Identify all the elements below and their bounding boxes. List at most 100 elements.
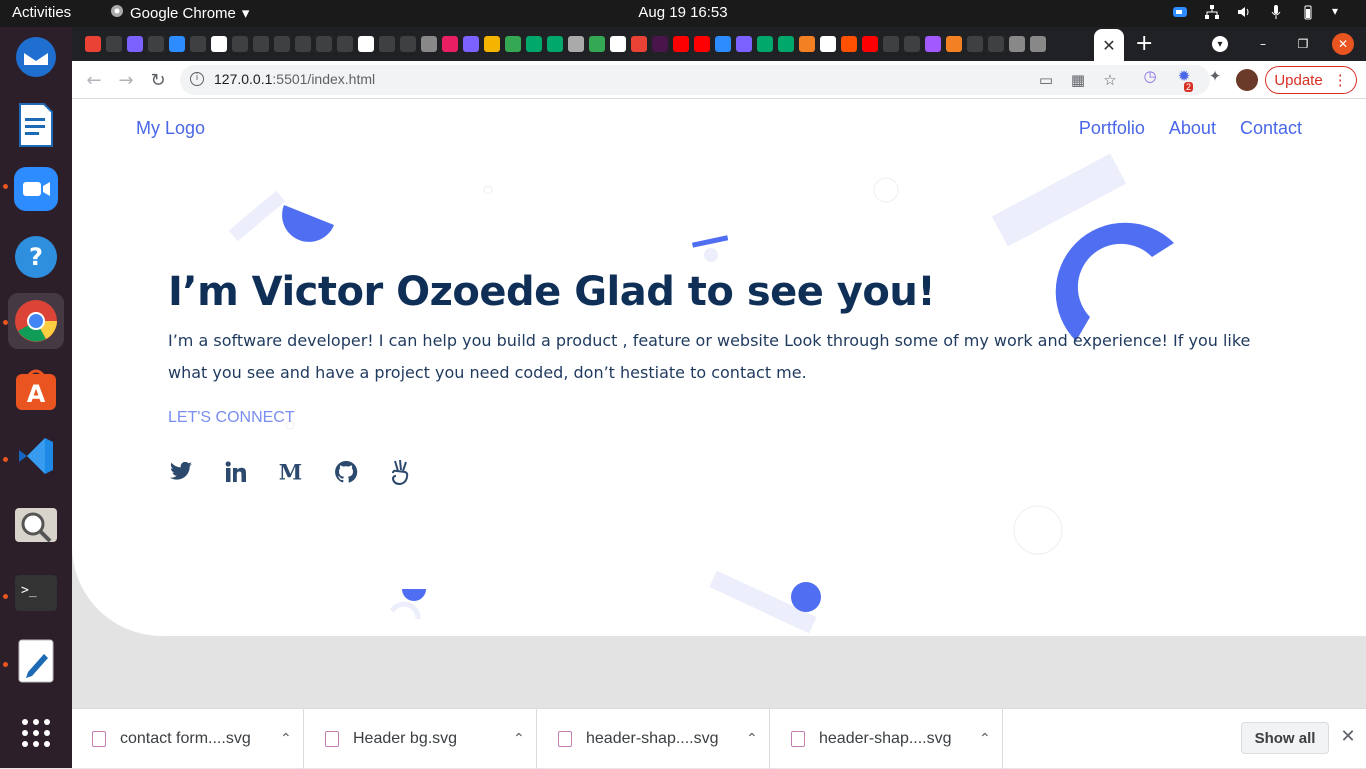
- bookmark-star-icon[interactable]: ☆: [1102, 72, 1118, 88]
- angellist-icon[interactable]: [388, 459, 413, 485]
- nav-about[interactable]: About: [1169, 118, 1216, 139]
- new-tab-button[interactable]: +: [1135, 31, 1153, 56]
- microphone-icon[interactable]: [1268, 4, 1284, 20]
- lets-connect-link[interactable]: LET'S CONNECT: [168, 409, 295, 427]
- pinned-tab[interactable]: [946, 36, 962, 52]
- vscode-icon[interactable]: [8, 429, 64, 485]
- network-icon[interactable]: [1204, 4, 1220, 20]
- pinned-tab[interactable]: [127, 36, 143, 52]
- pinned-tab[interactable]: [799, 36, 815, 52]
- site-logo[interactable]: My Logo: [136, 118, 205, 139]
- chrome-icon[interactable]: [8, 293, 64, 349]
- download-item[interactable]: contact form....svg ⌃: [72, 709, 304, 769]
- pinned-tab[interactable]: [400, 36, 416, 52]
- apps-grid-icon[interactable]: [8, 705, 64, 761]
- power-menu-icon[interactable]: ▾: [1332, 4, 1348, 20]
- pinned-tab[interactable]: [694, 36, 710, 52]
- pinned-tab[interactable]: [106, 36, 122, 52]
- pinned-tab[interactable]: [967, 36, 983, 52]
- pinned-tab[interactable]: [1009, 36, 1025, 52]
- pinned-tab[interactable]: [379, 36, 395, 52]
- pinned-tab[interactable]: [274, 36, 290, 52]
- chevron-up-icon[interactable]: ⌃: [280, 731, 292, 747]
- minimize-button[interactable]: –: [1252, 33, 1274, 55]
- text-editor-icon[interactable]: [8, 633, 64, 689]
- pinned-tab[interactable]: [295, 36, 311, 52]
- download-item[interactable]: header-shap....svg ⌃: [538, 709, 770, 769]
- active-tab[interactable]: ✕: [1094, 29, 1124, 61]
- github-icon[interactable]: [333, 459, 358, 484]
- pinned-tab[interactable]: [169, 36, 185, 52]
- nav-contact[interactable]: Contact: [1240, 118, 1302, 139]
- forward-button[interactable]: →: [114, 68, 138, 92]
- zoom-tray-icon[interactable]: [1172, 4, 1188, 20]
- chevron-up-icon[interactable]: ⌃: [513, 731, 525, 747]
- profile-avatar[interactable]: [1236, 69, 1258, 91]
- chevron-up-icon[interactable]: ⌃: [979, 731, 991, 747]
- pinned-tab[interactable]: [253, 36, 269, 52]
- app-store-icon[interactable]: A: [8, 361, 64, 417]
- linkedin-icon[interactable]: [223, 459, 248, 484]
- pinned-tab[interactable]: [463, 36, 479, 52]
- zoom-icon[interactable]: [8, 161, 64, 217]
- medium-icon[interactable]: M: [278, 459, 303, 484]
- address-bar[interactable]: i 127.0.0.1:5501/index.html ▭ ▦ ☆: [180, 65, 1210, 95]
- system-tray[interactable]: ▾: [1172, 4, 1348, 20]
- tab-search-icon[interactable]: ▾: [1212, 36, 1228, 52]
- pinned-tab[interactable]: [85, 36, 101, 52]
- pinned-tab[interactable]: [232, 36, 248, 52]
- twitter-icon[interactable]: [168, 459, 193, 484]
- nav-portfolio[interactable]: Portfolio: [1079, 118, 1145, 139]
- app-menu[interactable]: Google Chrome ▾: [110, 4, 249, 22]
- update-button[interactable]: Update ⋮: [1265, 66, 1357, 94]
- close-window-button[interactable]: ✕: [1332, 33, 1354, 55]
- pinned-tab[interactable]: [211, 36, 227, 52]
- pinned-tab[interactable]: [526, 36, 542, 52]
- qr-code-icon[interactable]: ▦: [1070, 72, 1086, 88]
- pinned-tab[interactable]: [820, 36, 836, 52]
- reload-button[interactable]: ↻: [146, 68, 170, 92]
- pinned-tab[interactable]: [988, 36, 1004, 52]
- chevron-up-icon[interactable]: ⌃: [746, 731, 758, 747]
- help-icon[interactable]: ?: [8, 229, 64, 285]
- pinned-tab[interactable]: [1030, 36, 1046, 52]
- pinned-tab[interactable]: [148, 36, 164, 52]
- extension-clock-icon[interactable]: ◷: [1142, 68, 1158, 84]
- install-app-icon[interactable]: ▭: [1038, 72, 1054, 88]
- pinned-tab[interactable]: [883, 36, 899, 52]
- pinned-tab[interactable]: [547, 36, 563, 52]
- pinned-tab[interactable]: [442, 36, 458, 52]
- pinned-tab[interactable]: [484, 36, 500, 52]
- pinned-tab[interactable]: [568, 36, 584, 52]
- pinned-tab[interactable]: [673, 36, 689, 52]
- pinned-tab[interactable]: [778, 36, 794, 52]
- pinned-tab[interactable]: [505, 36, 521, 52]
- pinned-tab[interactable]: [757, 36, 773, 52]
- extensions-puzzle-icon[interactable]: ✦: [1207, 68, 1223, 84]
- pinned-tab[interactable]: [589, 36, 605, 52]
- thunderbird-icon[interactable]: [8, 29, 64, 85]
- site-info-icon[interactable]: i: [190, 72, 204, 86]
- download-item[interactable]: Header bg.svg ⌃: [305, 709, 537, 769]
- pinned-tab[interactable]: [610, 36, 626, 52]
- pinned-tab[interactable]: [904, 36, 920, 52]
- image-viewer-icon[interactable]: [8, 497, 64, 553]
- close-tab-icon[interactable]: ✕: [1102, 36, 1115, 55]
- show-all-button[interactable]: Show all: [1241, 722, 1329, 754]
- pinned-tab[interactable]: [631, 36, 647, 52]
- pinned-tab[interactable]: [337, 36, 353, 52]
- pinned-tab[interactable]: [421, 36, 437, 52]
- pinned-tab[interactable]: [862, 36, 878, 52]
- maximize-button[interactable]: ❐: [1292, 33, 1314, 55]
- close-downloads-icon[interactable]: ✕: [1338, 727, 1358, 747]
- pinned-tab[interactable]: [841, 36, 857, 52]
- pinned-tab[interactable]: [736, 36, 752, 52]
- volume-icon[interactable]: [1236, 4, 1252, 20]
- pinned-tab[interactable]: [190, 36, 206, 52]
- url-text[interactable]: 127.0.0.1:5501/index.html: [214, 71, 375, 87]
- terminal-icon[interactable]: >_: [8, 565, 64, 621]
- libreoffice-writer-icon[interactable]: [8, 97, 64, 153]
- pinned-tab[interactable]: [715, 36, 731, 52]
- pinned-tab[interactable]: [925, 36, 941, 52]
- activities-button[interactable]: Activities: [12, 4, 71, 21]
